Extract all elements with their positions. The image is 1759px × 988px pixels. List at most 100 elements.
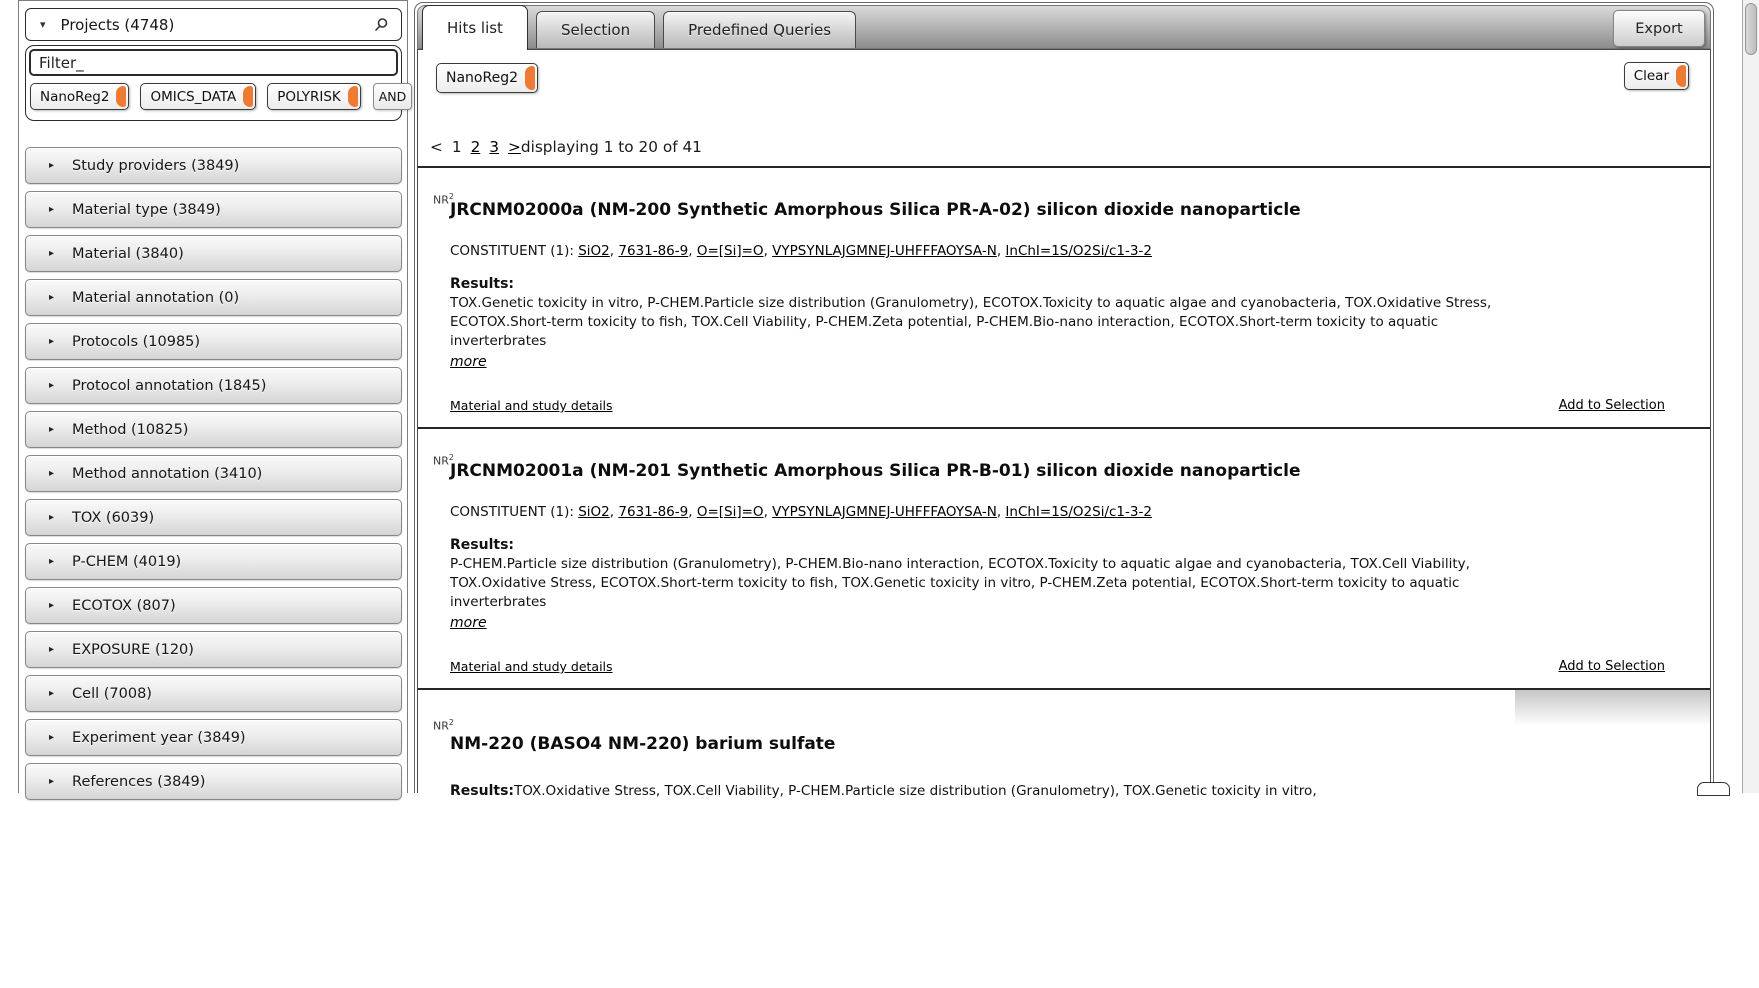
constituent-link[interactable]: O=[Si]=O [697,243,764,259]
projects-label: Projects (4748) [61,16,175,34]
pagination-next[interactable]: > [508,138,521,156]
facet-label: TOX (6039) [72,510,154,526]
chip-handle-icon[interactable] [348,86,358,107]
search-icon[interactable] [373,17,389,33]
scrollbar-thumb[interactable] [1745,3,1757,55]
result-card-footer: Material and study details Add to Select… [450,398,1665,413]
nr2-badge: NR2 [433,718,454,733]
triangle-right-icon: ▸ [49,160,54,171]
facet-protocols[interactable]: ▸ Protocols (10985) [25,323,402,360]
facet-label: EXPOSURE (120) [72,642,194,658]
pagination: <123>displaying 1 to 20 of 41 [430,138,702,156]
project-filter-box: NanoReg2 OMICS_DATA POLYRISK AND [25,45,402,121]
projects-accordion-header[interactable]: ▾ Projects (4748) [25,8,402,41]
facet-label: Material annotation (0) [72,290,239,306]
triangle-right-icon: ▸ [49,424,54,435]
constituent-link[interactable]: 7631-86-9 [618,243,688,259]
project-chip-nanoreg2[interactable]: NanoReg2 [30,83,129,110]
facet-label: Material (3840) [72,246,184,262]
facet-references[interactable]: ▸ References (3849) [25,763,402,800]
chip-handle-icon[interactable] [525,66,535,90]
constituent-link[interactable]: InChI=1S/O2Si/c1-3-2 [1005,504,1152,520]
facet-label: Method (10825) [72,422,188,438]
facet-label: ECOTOX (807) [72,598,176,614]
chip-label: AND [379,89,407,104]
add-to-selection-link[interactable]: Add to Selection [1559,659,1665,674]
filter-input[interactable] [29,49,398,76]
constituent-link[interactable]: InChI=1S/O2Si/c1-3-2 [1005,243,1152,259]
results-label: Results: [450,276,1665,292]
pagination-status: displaying 1 to 20 of 41 [521,138,702,156]
pagination-page-2[interactable]: 2 [471,138,481,156]
chip-label: NanoReg2 [40,89,109,105]
tab-hits-list[interactable]: Hits list [422,5,528,50]
facet-exposure[interactable]: ▸ EXPOSURE (120) [25,631,402,668]
constituent-links: SiO2, 7631-86-9, O=[Si]=O, VYPSYNLAJGMNE… [578,504,1152,520]
export-button[interactable]: Export [1613,10,1705,47]
triangle-right-icon: ▸ [49,248,54,259]
facet-label: Protocols (10985) [72,334,200,350]
facet-material[interactable]: ▸ Material (3840) [25,235,402,272]
results-line: Results:TOX.Oxidative Stress, TOX.Cell V… [450,783,1665,799]
hits-list-content: NanoReg2 Clear <123>displaying 1 to 20 o… [417,49,1711,793]
operator-chip-and[interactable]: AND [373,83,413,110]
chip-handle-icon[interactable] [243,86,253,107]
chip-handle-icon[interactable] [116,86,126,107]
facet-p-chem[interactable]: ▸ P-CHEM (4019) [25,543,402,580]
tab-selection[interactable]: Selection [536,11,655,48]
constituent-link[interactable]: O=[Si]=O [697,504,764,520]
constituent-link[interactable]: SiO2 [578,504,610,520]
project-chip-omics-data[interactable]: OMICS_DATA [140,83,256,110]
facet-study-providers[interactable]: ▸ Study providers (3849) [25,147,402,184]
material-study-details-link[interactable]: Material and study details [450,398,613,413]
more-link[interactable]: more [450,354,487,370]
active-filter-chip-nanoreg2[interactable]: NanoReg2 [436,63,538,93]
facet-material-type[interactable]: ▸ Material type (3849) [25,191,402,228]
tabs: Hits list Selection Predefined Queries [422,6,864,48]
triangle-right-icon: ▸ [49,380,54,391]
result-card: NR2 JRCNM02000a (NM-200 Synthetic Amorph… [418,166,1710,427]
material-study-details-link[interactable]: Material and study details [450,659,613,674]
facet-label: References (3849) [72,774,205,790]
nr2-badge: NR2 [433,192,454,207]
facet-material-annotation[interactable]: ▸ Material annotation (0) [25,279,402,316]
chip-handle-icon[interactable] [1676,65,1686,87]
tab-predefined-queries[interactable]: Predefined Queries [663,11,856,48]
result-title: JRCNM02000a (NM-200 Synthetic Amorphous … [450,168,1665,220]
constituent-line: CONSTITUENT (1): SiO2, 7631-86-9, O=[Si]… [450,243,1665,259]
chip-label: POLYRISK [277,89,341,105]
result-card: NR2 JRCNM02001a (NM-201 Synthetic Amorph… [418,427,1710,688]
pagination-page-3[interactable]: 3 [489,138,499,156]
facet-label: Material type (3849) [72,202,221,218]
project-chip-polyrisk[interactable]: POLYRISK [267,83,361,110]
triangle-right-icon: ▸ [49,776,54,787]
results-panel: Hits list Selection Predefined Queries E… [414,2,1714,793]
triangle-right-icon: ▸ [49,644,54,655]
constituent-link[interactable]: VYPSYNLAJGMNEJ-UHFFFAOYSA-N [772,243,997,259]
facet-protocol-annotation[interactable]: ▸ Protocol annotation (1845) [25,367,402,404]
pagination-prev[interactable]: < [430,138,443,156]
result-title: NM-220 (BASO4 NM-220) barium sulfate [450,690,1665,754]
result-list: NR2 JRCNM02000a (NM-200 Synthetic Amorph… [418,166,1710,988]
result-card: NR2 NM-220 (BASO4 NM-220) barium sulfate… [418,688,1710,988]
facet-cell[interactable]: ▸ Cell (7008) [25,675,402,712]
triangle-right-icon: ▸ [49,600,54,611]
clear-button[interactable]: Clear [1624,62,1689,90]
add-to-selection-link[interactable]: Add to Selection [1559,398,1665,413]
facet-tox[interactable]: ▸ TOX (6039) [25,499,402,536]
more-link[interactable]: more [450,615,487,631]
facet-ecotox[interactable]: ▸ ECOTOX (807) [25,587,402,624]
facet-experiment-year[interactable]: ▸ Experiment year (3849) [25,719,402,756]
constituent-link[interactable]: 7631-86-9 [618,504,688,520]
constituent-link[interactable]: VYPSYNLAJGMNEJ-UHFFFAOYSA-N [772,504,997,520]
result-card-footer: Material and study details Add to Select… [450,659,1665,674]
triangle-right-icon: ▸ [49,468,54,479]
triangle-right-icon: ▸ [49,688,54,699]
vertical-scrollbar[interactable] [1742,0,1759,793]
facet-method[interactable]: ▸ Method (10825) [25,411,402,448]
result-card-body: JRCNM02001a (NM-201 Synthetic Amorphous … [418,429,1710,631]
facet-method-annotation[interactable]: ▸ Method annotation (3410) [25,455,402,492]
project-chip-row: NanoReg2 OMICS_DATA POLYRISK AND [29,83,398,110]
triangle-right-icon: ▸ [49,204,54,215]
constituent-link[interactable]: SiO2 [578,243,610,259]
